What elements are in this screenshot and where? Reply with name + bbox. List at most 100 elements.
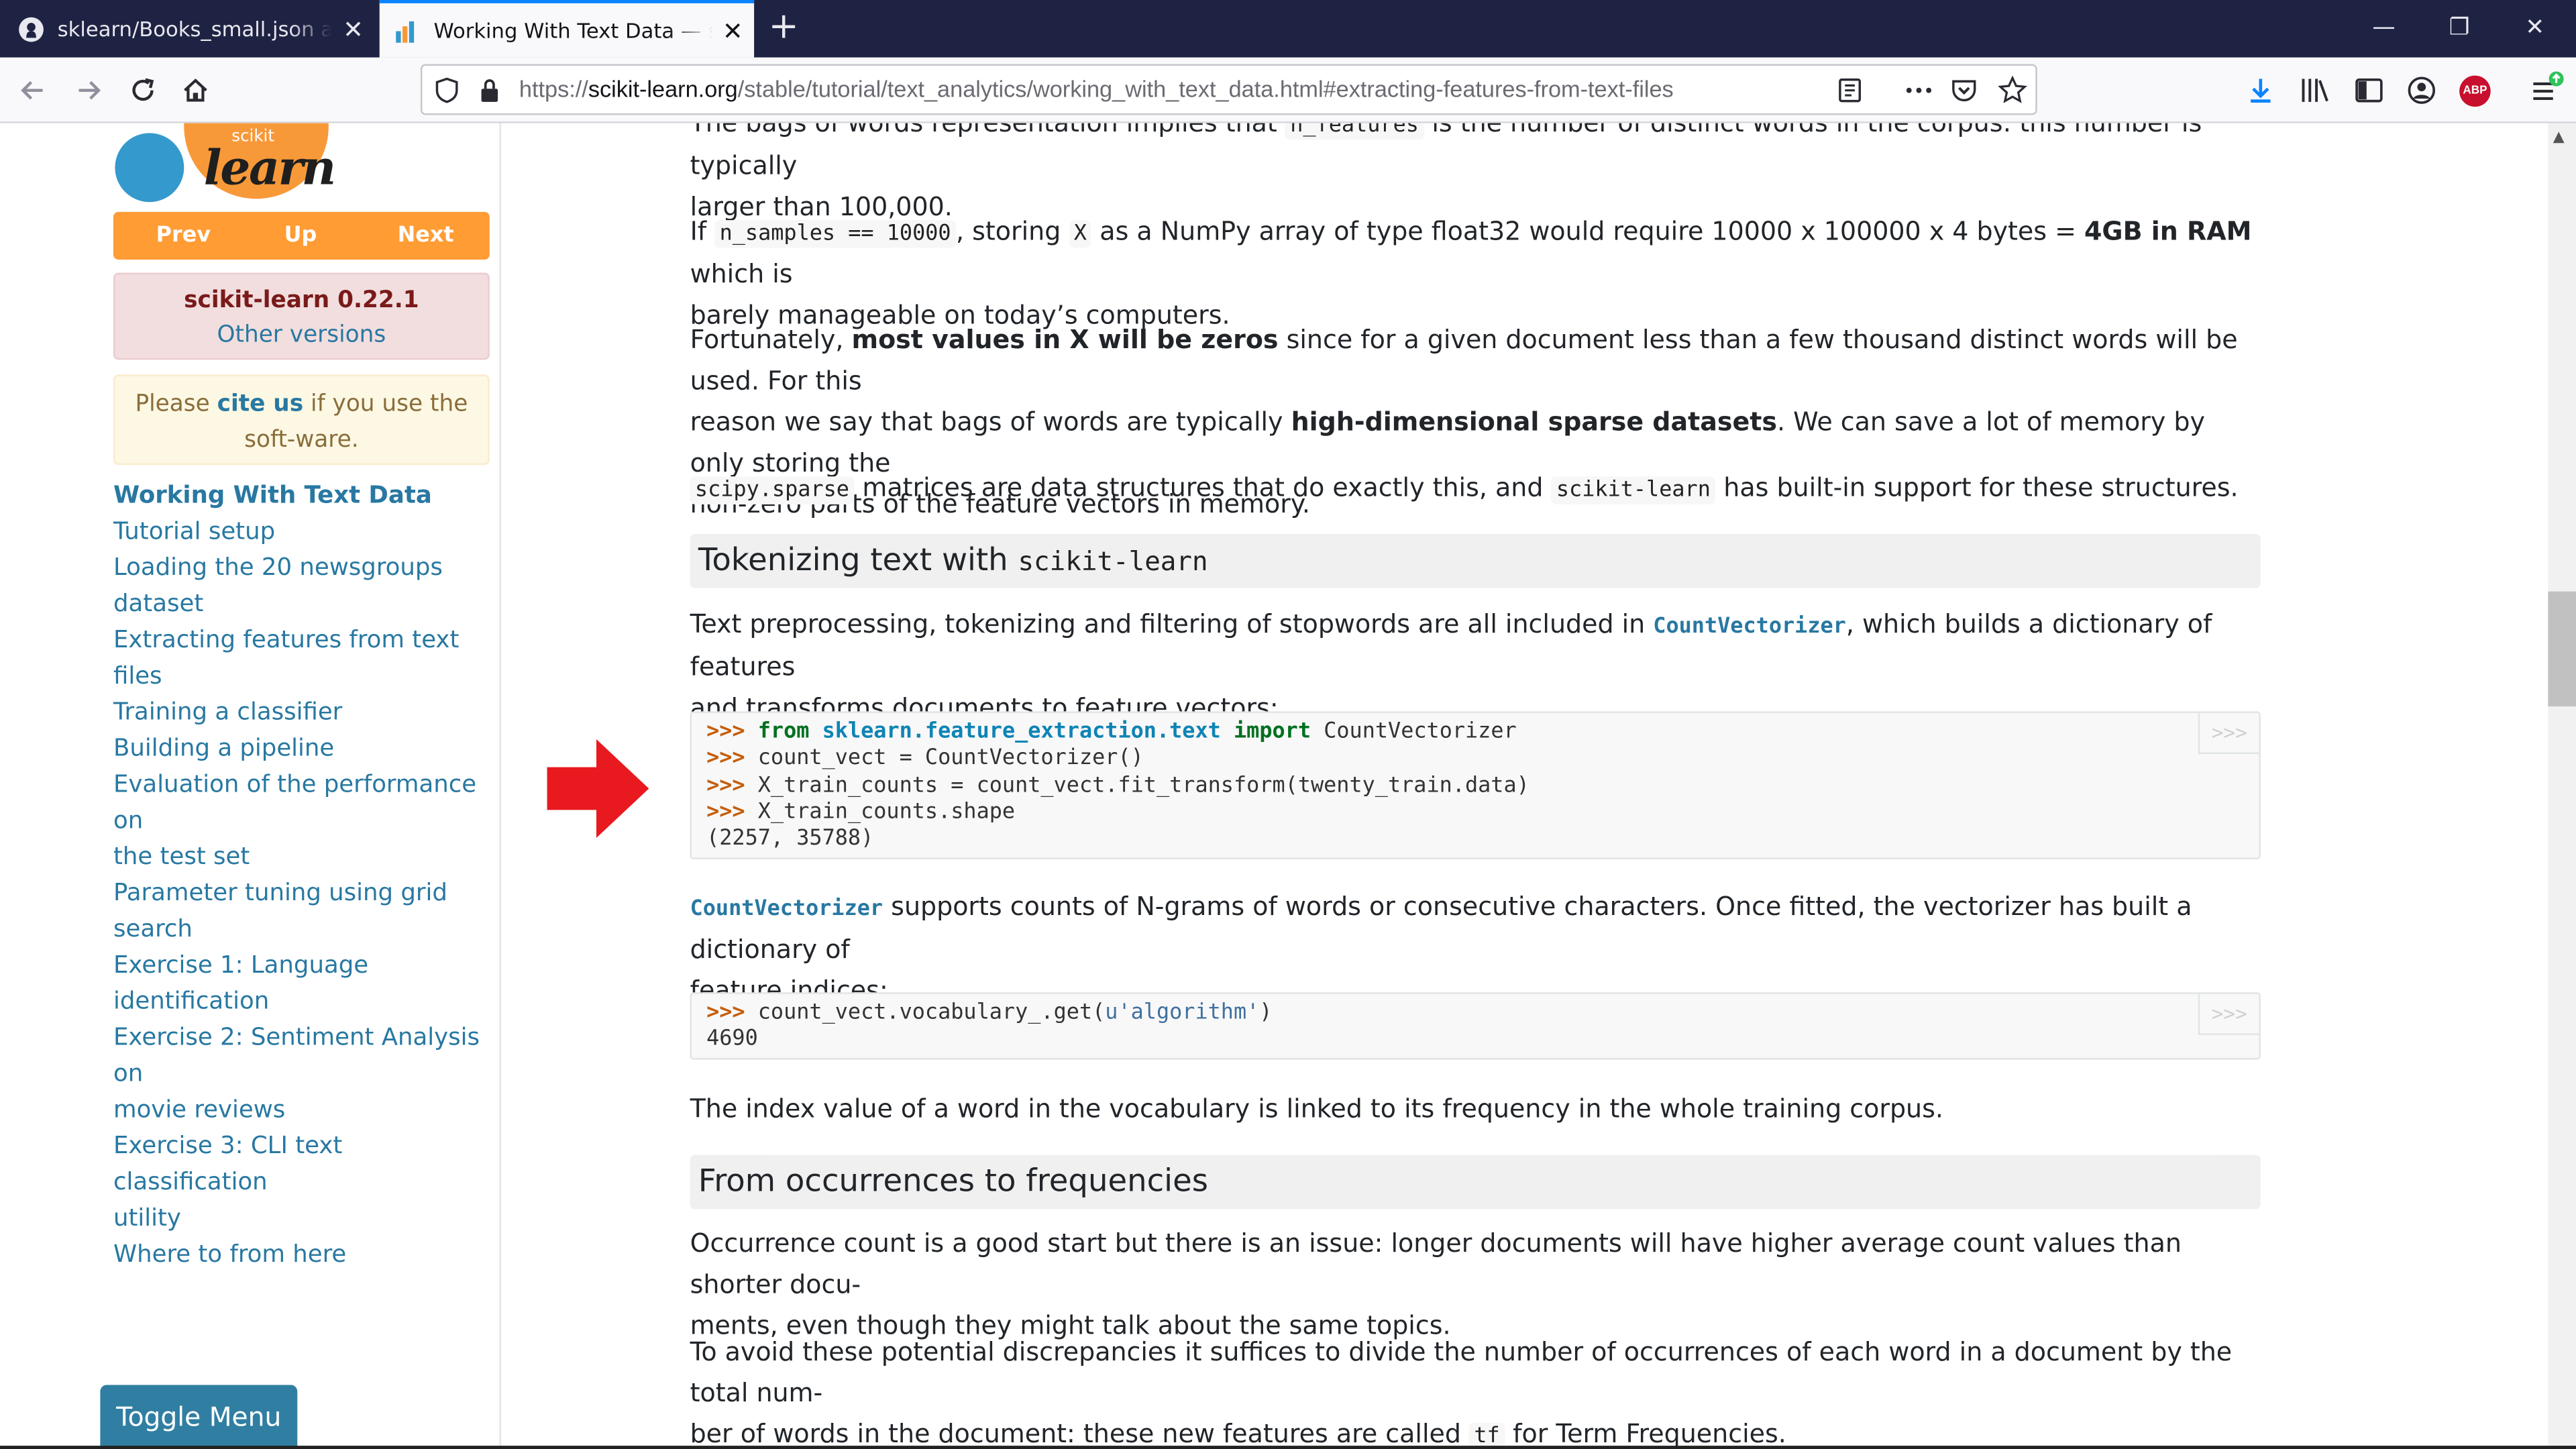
toc-item[interactable]: Loading the 20 newsgroups <box>113 550 494 586</box>
navigation-bar: https://scikit-learn.org/stable/tutorial… <box>0 57 2576 123</box>
url-bar[interactable]: https://scikit-learn.org/stable/tutorial… <box>420 64 2037 115</box>
toc-item[interactable]: Training a classifier <box>113 695 494 731</box>
toc-item[interactable]: utility <box>113 1201 494 1237</box>
other-versions-link[interactable]: Other versions <box>115 322 488 348</box>
cite-us-link[interactable]: cite us <box>217 391 303 417</box>
url-path: /stable/tutorial/text_analytics/working_… <box>737 75 1674 102</box>
next-button[interactable]: Next <box>398 223 454 248</box>
menu-update-icon[interactable] <box>2528 70 2568 107</box>
inline-code: X <box>1069 220 1092 248</box>
up-button[interactable]: Up <box>284 223 317 248</box>
bold-text: high-dimensional sparse datasets <box>1291 407 1777 437</box>
toc-item[interactable]: Evaluation of the performance on <box>113 767 494 840</box>
page-scrollbar[interactable]: ▲ <box>2548 123 2576 1449</box>
library-icon[interactable] <box>2300 76 2332 105</box>
code-prompt: >>> <box>706 773 745 798</box>
text: Fortunately, <box>690 325 852 355</box>
code-text: count_vect.vocabulary_.get( <box>745 1000 1106 1026</box>
text: Text preprocessing, tokenizing and filte… <box>690 609 1654 639</box>
toc-item[interactable]: Exercise 3: CLI text classification <box>113 1128 494 1201</box>
close-tab-icon[interactable]: ✕ <box>711 15 754 45</box>
text: supports counts of N-grams of words or c… <box>690 892 2192 965</box>
code-prompt: >>> <box>706 800 745 825</box>
countvectorizer-link[interactable]: CountVectorizer <box>690 897 883 922</box>
sidebar-toggle-icon[interactable] <box>2354 76 2383 105</box>
code-string: u'algorithm' <box>1105 1000 1260 1026</box>
text: To avoid these potential discrepancies i… <box>690 1337 2233 1408</box>
scroll-up-icon[interactable]: ▲ <box>2553 129 2565 146</box>
text: reason we say that bags of words are typ… <box>690 407 1291 437</box>
text: , storing <box>955 217 1069 247</box>
browser-window: sklearn/Books_small.json at master ✕ Wor… <box>0 0 2576 1449</box>
toc-item[interactable]: Parameter tuning using grid search <box>113 875 494 948</box>
forward-icon[interactable] <box>66 67 112 113</box>
text: as a NumPy array of type float32 would r… <box>1091 217 2085 247</box>
toc-item[interactable]: Tutorial setup <box>113 515 494 551</box>
toc-item[interactable]: Exercise 1: Language identification <box>113 948 494 1020</box>
scikit-learn-logo[interactable]: scikit learn <box>112 123 342 205</box>
lock-icon[interactable] <box>478 77 501 103</box>
account-icon[interactable] <box>2407 76 2436 105</box>
code-text: CountVectorizer <box>1311 719 1517 745</box>
text: If <box>690 217 715 247</box>
main-content: The bags of words representation implies… <box>502 123 2548 1449</box>
toc-heading-link[interactable]: Working With Text Data <box>113 478 494 515</box>
bold-text: 4GB in RAM <box>2084 217 2252 247</box>
version-label: scikit-learn 0.22.1 <box>184 287 419 314</box>
red-arrow-annotation <box>547 739 649 838</box>
countvectorizer-link[interactable]: CountVectorizer <box>1653 614 1846 639</box>
sidebar: scikit learn Prev Up Next scikit-learn 0… <box>0 123 501 1449</box>
toc-item[interactable]: movie reviews <box>113 1093 494 1129</box>
close-window-icon[interactable]: ✕ <box>2497 0 2573 58</box>
toc-item[interactable]: dataset <box>113 586 494 623</box>
code-keyword: import <box>1234 719 1311 745</box>
reload-icon[interactable] <box>120 67 166 113</box>
bookmark-star-icon[interactable] <box>1998 75 2027 105</box>
reader-view-icon[interactable] <box>1837 77 1863 103</box>
inline-code: n_samples == 10000 <box>714 220 956 248</box>
cite-text-pre: Please <box>135 390 217 418</box>
code-text: X_train_counts.shape <box>745 800 1016 825</box>
toc-item[interactable]: Extracting features from text files <box>113 623 494 695</box>
paragraph-term-frequencies: To avoid these potential discrepancies i… <box>690 1332 2261 1449</box>
logo-blue-circle <box>115 133 184 203</box>
toc-item[interactable]: Where to from here <box>113 1237 494 1273</box>
code-prompt: >>> <box>706 1000 745 1026</box>
heading-text: Tokenizing text with <box>698 542 1018 579</box>
tab-github[interactable]: sklearn/Books_small.json at master ✕ <box>3 0 374 58</box>
back-icon[interactable] <box>10 67 56 113</box>
text: The index value of a word in the vocabul… <box>690 1094 1943 1124</box>
url-text[interactable]: https://scikit-learn.org/stable/tutorial… <box>519 76 1674 102</box>
home-icon[interactable] <box>172 67 219 113</box>
download-icon[interactable] <box>2246 76 2275 105</box>
code-output: (2257, 35788) <box>706 826 874 852</box>
cite-box: Please cite us if you use the soft-ware. <box>113 374 490 466</box>
new-tab-icon[interactable]: + <box>762 7 805 50</box>
scrollbar-thumb[interactable] <box>2548 591 2576 707</box>
tab-working-with-text-data[interactable]: Working With Text Data — scikit-learn ✕ <box>379 0 755 58</box>
pocket-icon[interactable] <box>1950 77 1978 103</box>
copy-prompt-toggle[interactable]: >>> <box>2198 994 2259 1035</box>
code-text: count_vect = CountVectorizer() <box>745 746 1144 771</box>
text: has built-in support for these structure… <box>1715 473 2239 503</box>
toc-item[interactable]: Exercise 2: Sentiment Analysis on <box>113 1020 494 1093</box>
adblock-plus-icon[interactable]: ABP <box>2459 75 2491 107</box>
paragraph-scipy: scipy.sparse matrices are data structure… <box>690 468 2261 511</box>
copy-prompt-toggle[interactable]: >>> <box>2198 712 2259 755</box>
restore-icon[interactable]: ❐ <box>2422 0 2498 58</box>
text: The bags of words representation implies… <box>690 123 1285 138</box>
shield-icon[interactable] <box>435 77 458 103</box>
close-tab-icon[interactable]: ✕ <box>332 14 375 44</box>
prev-button[interactable]: Prev <box>156 223 211 248</box>
bold-text: most values in X will be zeros <box>851 325 1279 355</box>
more-actions-icon[interactable] <box>1904 77 1933 103</box>
text: which is <box>690 259 793 290</box>
paragraph-index-value: The index value of a word in the vocabul… <box>690 1089 2261 1130</box>
code-keyword: from <box>757 719 810 745</box>
toc-item[interactable]: Building a pipeline <box>113 731 494 767</box>
toggle-menu-button[interactable]: Toggle Menu <box>100 1385 298 1449</box>
code-prompt: >>> <box>706 746 745 771</box>
minimize-icon[interactable]: — <box>2346 0 2422 58</box>
toc-item[interactable]: the test set <box>113 839 494 875</box>
text: ber of words in the document: these new … <box>690 1419 1470 1449</box>
